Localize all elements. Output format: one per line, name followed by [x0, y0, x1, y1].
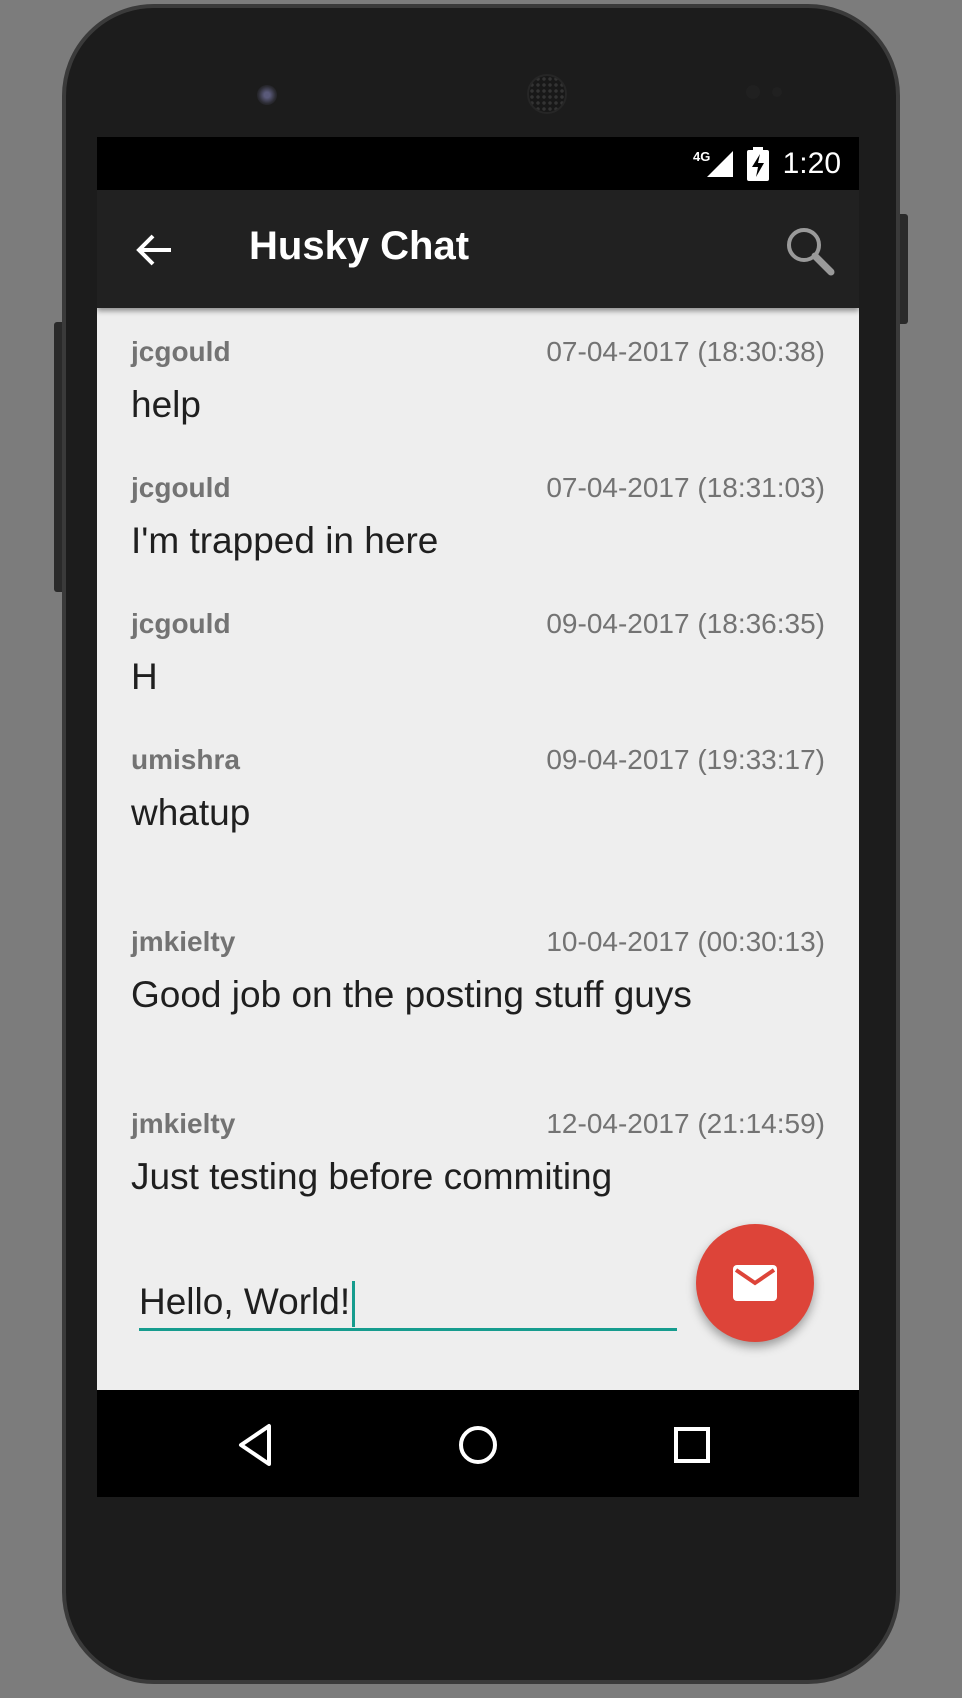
message-username: umishra [131, 744, 240, 775]
nav-recents-icon[interactable] [667, 1420, 717, 1470]
message-text: Just testing before commiting [131, 1156, 613, 1197]
status-time: 1:20 [782, 147, 841, 180]
app-bar: Husky Chat [97, 190, 859, 308]
earpiece-speaker [527, 74, 567, 114]
light-sensor [772, 87, 782, 97]
message-timestamp: 07-04-2017 (18:30:38) [546, 336, 825, 367]
send-button[interactable] [696, 1224, 814, 1342]
message-text: H [131, 656, 158, 697]
nav-back-icon[interactable] [233, 1420, 283, 1470]
message-text: whatup [131, 792, 251, 833]
message-username: jcgould [131, 336, 231, 367]
front-camera [257, 85, 277, 105]
message-input[interactable] [139, 1275, 677, 1329]
message-username: jmkielty [131, 926, 236, 957]
proximity-sensor [746, 85, 760, 99]
battery-charging-icon [747, 147, 769, 181]
message-timestamp: 07-04-2017 (18:31:03) [546, 472, 825, 503]
navigation-bar [97, 1390, 859, 1497]
email-icon [733, 1265, 777, 1301]
back-arrow-icon[interactable] [133, 228, 177, 272]
message-timestamp: 10-04-2017 (00:30:13) [546, 926, 825, 957]
message-timestamp: 09-04-2017 (18:36:35) [546, 608, 825, 639]
screen: 4G 1:20 Husky Chat jcgould 07-04-2017 (1… [97, 137, 859, 1497]
text-cursor [352, 1281, 355, 1327]
search-icon[interactable] [783, 224, 837, 278]
message-text: Good job on the posting stuff guys [131, 974, 692, 1015]
message-text: help [131, 384, 201, 425]
message-username: jmkielty [131, 1108, 236, 1139]
nav-home-icon[interactable] [453, 1420, 503, 1470]
message-username: jcgould [131, 472, 231, 503]
message-text: I'm trapped in here [131, 520, 439, 561]
message-username: jcgould [131, 608, 231, 639]
message-timestamp: 12-04-2017 (21:14:59) [546, 1108, 825, 1139]
network-type-label: 4G [693, 149, 711, 164]
message-input-container [139, 1275, 677, 1331]
app-title: Husky Chat [249, 224, 470, 268]
status-bar: 4G 1:20 [97, 137, 859, 190]
message-timestamp: 09-04-2017 (19:33:17) [546, 744, 825, 775]
